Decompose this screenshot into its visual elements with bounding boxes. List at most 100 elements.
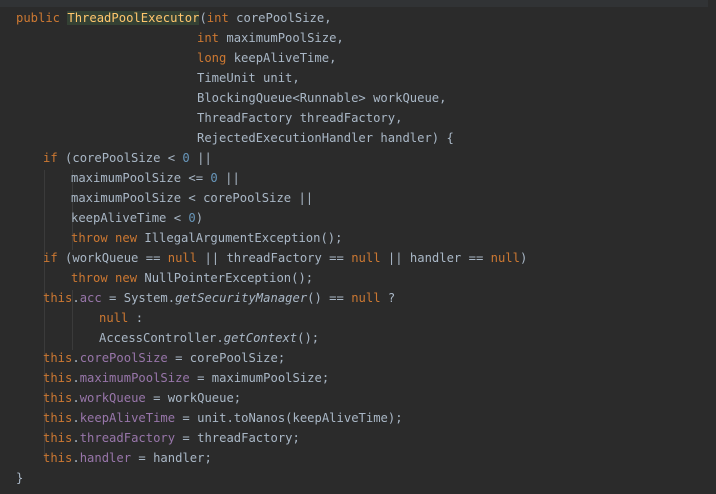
- code-token: keepAliveTime <: [71, 211, 189, 225]
- code-editor[interactable]: public ThreadPoolExecutor(int corePoolSi…: [0, 0, 716, 494]
- code-token: this: [43, 351, 73, 365]
- code-line[interactable]: this.keepAliveTime = unit.toNanos(keepAl…: [43, 408, 403, 428]
- code-line[interactable]: this.maximumPoolSize = maximumPoolSize;: [43, 368, 329, 388]
- code-line[interactable]: null :: [99, 308, 143, 328]
- code-token: maximumPoolSize < corePoolSize ||: [71, 191, 314, 205]
- code-token: NullPointerException();: [144, 271, 314, 285]
- code-token: long: [197, 51, 234, 65]
- code-token: threadFactory: [79, 431, 176, 445]
- code-line[interactable]: keepAliveTime < 0): [71, 208, 203, 228]
- code-token: TimeUnit unit,: [197, 71, 300, 85]
- code-token: this: [43, 431, 73, 445]
- code-line[interactable]: this.corePoolSize = corePoolSize;: [43, 348, 285, 368]
- code-token: AccessController.: [99, 331, 224, 345]
- code-token: = threadFactory;: [175, 431, 300, 445]
- code-token: workQueue: [79, 391, 146, 405]
- code-token: keepAliveTime: [79, 411, 176, 425]
- code-token: ();: [297, 331, 320, 345]
- code-token: = handler;: [131, 451, 212, 465]
- code-token: int: [197, 31, 227, 45]
- code-token: = System.: [101, 291, 176, 305]
- code-token: ||: [189, 151, 212, 165]
- code-token: ThreadPoolExecutor: [67, 11, 200, 25]
- code-token: maximumPoolSize <=: [71, 171, 211, 185]
- code-token: maximumPoolSize: [79, 371, 190, 385]
- code-token: getSecurityManager: [175, 291, 308, 305]
- code-token: ): [519, 251, 528, 265]
- code-token: = unit.toNanos(keepAliveTime);: [175, 411, 403, 425]
- code-line[interactable]: RejectedExecutionHandler handler) {: [197, 128, 454, 148]
- code-token: BlockingQueue<Runnable> workQueue,: [197, 91, 447, 105]
- code-token: this: [43, 411, 73, 425]
- code-token: throw new: [71, 271, 145, 285]
- code-token: null: [351, 291, 381, 305]
- code-token: corePoolSize: [79, 351, 168, 365]
- code-line[interactable]: this.acc = System.getSecurityManager() =…: [43, 288, 395, 308]
- code-token: null: [99, 311, 129, 325]
- code-line[interactable]: AccessController.getContext();: [99, 328, 319, 348]
- code-token: null: [490, 251, 520, 265]
- code-token: .: [72, 351, 80, 365]
- code-token: getContext: [223, 331, 298, 345]
- code-token: maximumPoolSize,: [226, 31, 344, 45]
- previous-code-fragment: [0, 0, 716, 7]
- code-token: handler: [79, 451, 132, 465]
- code-token: || handler ==: [380, 251, 491, 265]
- code-line[interactable]: if (workQueue == null || threadFactory =…: [43, 248, 527, 268]
- code-token: 0: [182, 151, 190, 165]
- code-token: (: [199, 11, 207, 25]
- code-token: null: [351, 251, 381, 265]
- code-token: || threadFactory ==: [197, 251, 352, 265]
- code-line[interactable]: if (corePoolSize < 0 ||: [43, 148, 212, 168]
- code-token: throw new: [71, 231, 145, 245]
- code-token: = workQueue;: [145, 391, 242, 405]
- code-line[interactable]: this.workQueue = workQueue;: [43, 388, 241, 408]
- code-token: 0: [188, 211, 196, 225]
- code-token: (workQueue ==: [65, 251, 168, 265]
- code-token: ?: [380, 291, 396, 305]
- code-token: acc: [79, 291, 102, 305]
- code-line[interactable]: throw new NullPointerException();: [71, 268, 313, 288]
- code-token: .: [72, 391, 80, 405]
- code-token: () ==: [307, 291, 352, 305]
- code-token: .: [72, 371, 80, 385]
- code-token: keepAliveTime,: [233, 51, 337, 65]
- code-token: if: [43, 151, 66, 165]
- code-token: .: [72, 291, 80, 305]
- code-token: int: [206, 11, 237, 25]
- code-token: public: [16, 11, 68, 25]
- code-token: this: [43, 391, 73, 405]
- code-token: ||: [217, 171, 240, 185]
- code-line[interactable]: int maximumPoolSize,: [197, 28, 344, 48]
- code-line[interactable]: BlockingQueue<Runnable> workQueue,: [197, 88, 446, 108]
- code-token: .: [72, 451, 80, 465]
- code-line[interactable]: this.handler = handler;: [43, 448, 212, 468]
- code-token: .: [72, 411, 80, 425]
- code-token: .: [72, 431, 80, 445]
- code-token: = corePoolSize;: [167, 351, 286, 365]
- vertical-scrollbar[interactable]: [708, 0, 716, 494]
- code-token: this: [43, 451, 73, 465]
- code-token: ): [195, 211, 204, 225]
- code-line[interactable]: maximumPoolSize <= 0 ||: [71, 168, 240, 188]
- code-line[interactable]: long keepAliveTime,: [197, 48, 336, 68]
- code-token: :: [128, 311, 144, 325]
- code-token: corePoolSize,: [236, 11, 332, 25]
- code-line[interactable]: maximumPoolSize < corePoolSize ||: [71, 188, 313, 208]
- code-token: if: [43, 251, 66, 265]
- code-token: null: [167, 251, 198, 265]
- code-token: (corePoolSize <: [65, 151, 183, 165]
- code-token: 0: [210, 171, 218, 185]
- code-token: RejectedExecutionHandler handler) {: [197, 131, 454, 145]
- code-token: this: [43, 371, 73, 385]
- code-line[interactable]: ThreadFactory threadFactory,: [197, 108, 402, 128]
- code-token: = maximumPoolSize;: [189, 371, 330, 385]
- code-line[interactable]: public ThreadPoolExecutor(int corePoolSi…: [16, 8, 332, 28]
- code-line[interactable]: this.threadFactory = threadFactory;: [43, 428, 300, 448]
- code-line[interactable]: throw new IllegalArgumentException();: [71, 228, 343, 248]
- code-line[interactable]: TimeUnit unit,: [197, 68, 300, 88]
- code-token: IllegalArgumentException();: [144, 231, 343, 245]
- code-token: this: [43, 291, 73, 305]
- code-token: ThreadFactory threadFactory,: [197, 111, 403, 125]
- code-line[interactable]: }: [16, 468, 23, 488]
